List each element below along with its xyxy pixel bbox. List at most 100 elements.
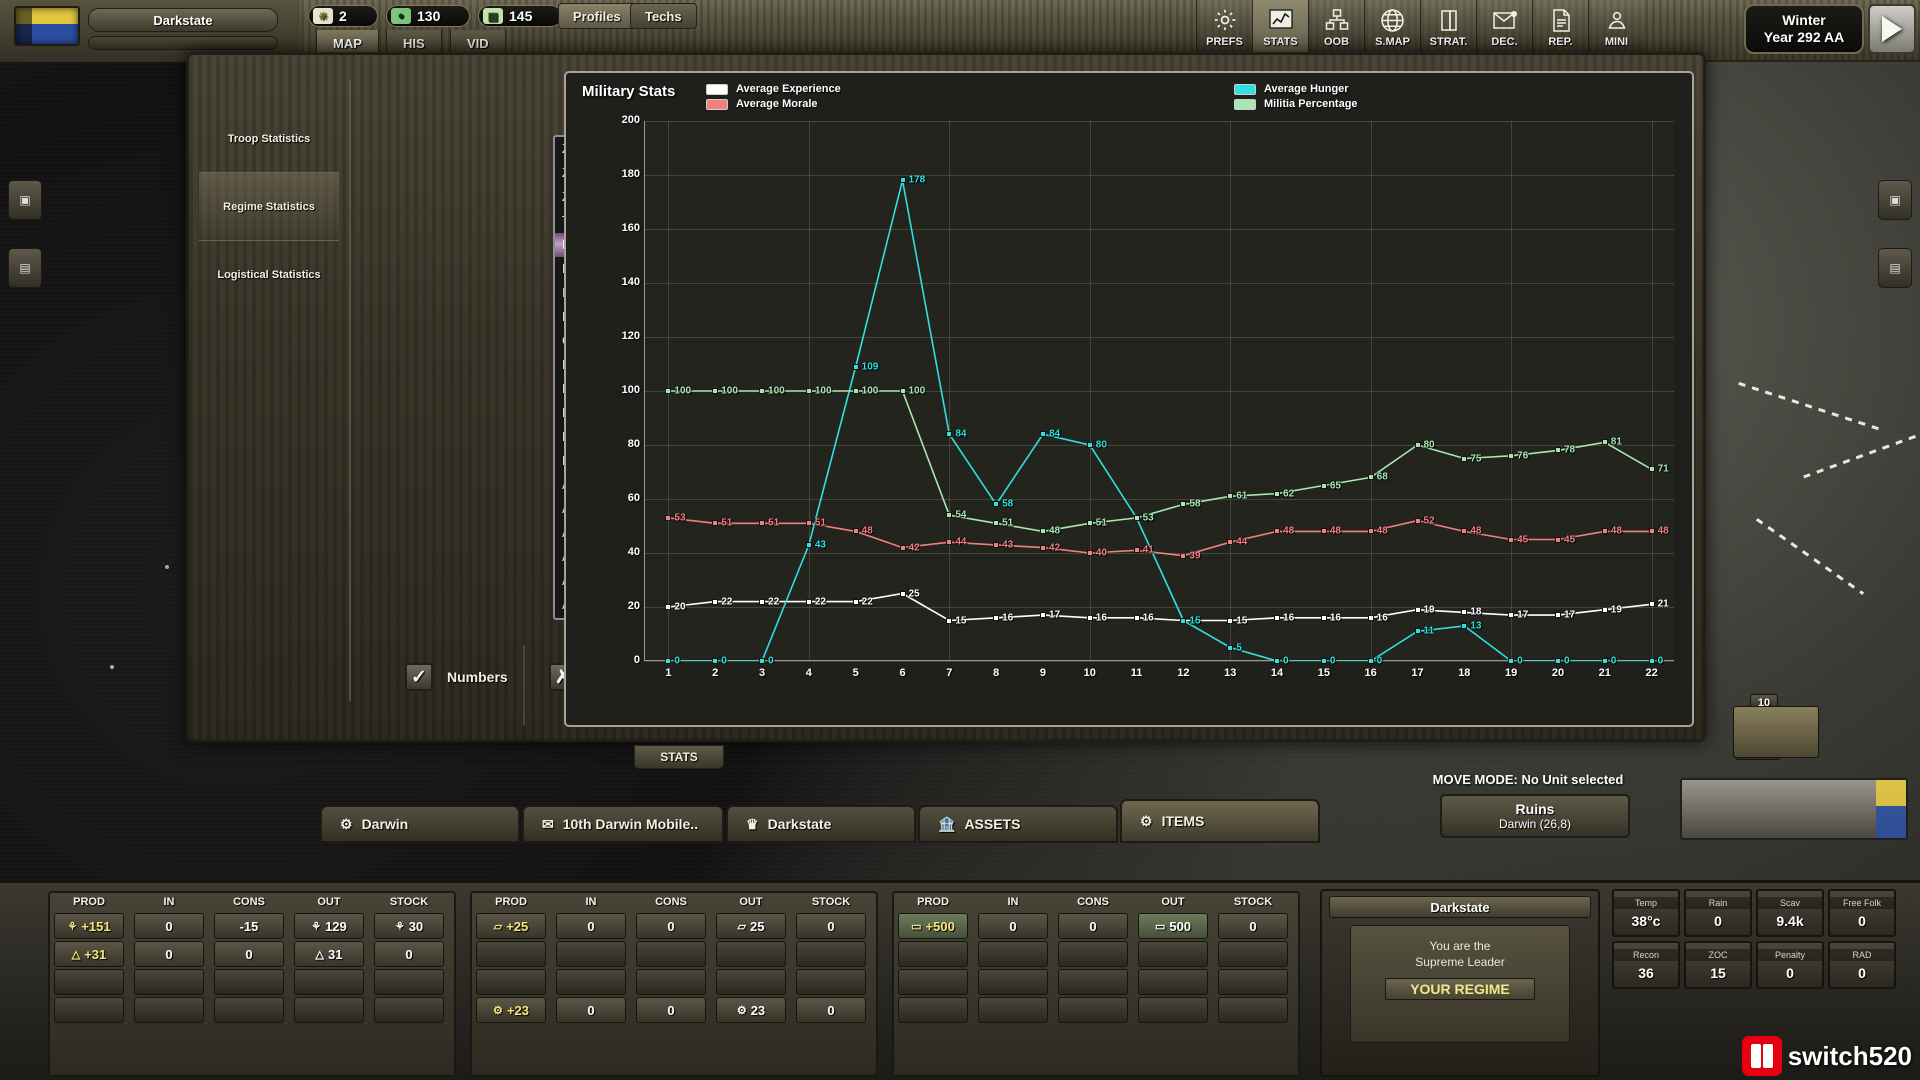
env-key: Scav (1758, 897, 1822, 909)
rep-label: REP. (1548, 36, 1573, 48)
crate-icon: ▱ (493, 920, 503, 933)
unit-portrait[interactable] (1733, 706, 1819, 758)
data-point (1133, 514, 1140, 521)
data-point-label: 16 (1329, 612, 1341, 624)
resource-cell (1138, 969, 1208, 995)
legend-item-average-hunger[interactable]: Average Hunger (1234, 83, 1358, 95)
data-point (1461, 455, 1468, 462)
resource-value: 0 (245, 946, 253, 962)
legend-swatch (706, 98, 728, 110)
resource-cell (1138, 997, 1208, 1023)
techs-button[interactable]: Techs (630, 3, 697, 29)
rail-button-2[interactable]: ▤ (8, 248, 42, 288)
data-point-label: 51 (721, 517, 733, 529)
rail-button-4[interactable]: ▤ (1878, 248, 1912, 288)
legend-item-average-experience[interactable]: Average Experience (706, 83, 841, 95)
env-key: Recon (1614, 949, 1678, 961)
rail-button-3[interactable]: ▣ (1878, 180, 1912, 220)
envelope-icon: ✉ (542, 815, 554, 832)
resource-money[interactable]: ● 130 (386, 5, 470, 27)
bottom-panel: PROD ⚘ +151 △ +31 IN 0 0 CONS -15 0 OUT ⚘ 129 △ 31 STOCK… (0, 880, 1920, 1080)
sidebar-item-troop-statistics[interactable]: Troop Statistics (199, 105, 339, 173)
rain-stat: Rain 0 (1684, 889, 1752, 937)
box-icon: ▭ (911, 920, 922, 933)
data-point-label: 42 (908, 542, 920, 554)
ruins-info-box[interactable]: Ruins Darwin (26,8) (1440, 794, 1630, 838)
data-point-label: 19 (1423, 604, 1435, 616)
sidebar-item-logistical-statistics[interactable]: Logistical Statistics (199, 241, 339, 309)
resource-group-2: PROD ▱ +25 ⚙ +23 IN 0 0 CONS 0 0 OUT ▱ 25 ⚙ 23 STOCK 0 0 (470, 891, 878, 1077)
tab-label: ASSETS (964, 816, 1021, 832)
data-point-label: 76 (1517, 450, 1529, 462)
resource-cell (134, 997, 204, 1023)
coin-icon: ● (391, 8, 411, 24)
scav-stat: Scav 9.4k (1756, 889, 1824, 937)
resource-cell: 0 (374, 941, 444, 967)
regime-info-body: You are the Supreme Leader YOUR REGIME (1350, 925, 1570, 1043)
legend-item-average-morale[interactable]: Average Morale (706, 98, 841, 110)
play-button[interactable] (1868, 4, 1916, 54)
y-axis-tick: 200 (621, 114, 640, 126)
minimap[interactable] (1680, 778, 1908, 840)
crate-icon: ▱ (737, 920, 746, 933)
data-point (1601, 528, 1608, 535)
data-point-label: 51 (814, 517, 826, 529)
play-icon (1882, 16, 1902, 42)
chart-plot-area[interactable]: 20 22 22 22 22 25 15 16 17 16 16 15 15 16 16 16 19 18 17 17… (622, 114, 1674, 679)
tab-items[interactable]: ⚙ ITEMS (1120, 799, 1320, 843)
data-point (1554, 447, 1561, 454)
data-point (1461, 609, 1468, 616)
numbers-checkbox-group[interactable]: ✓ Numbers (405, 663, 508, 691)
x-axis-tick: 4 (805, 667, 812, 679)
stats-footer-tab[interactable]: STATS (634, 745, 724, 769)
resource-cell (898, 969, 968, 995)
data-point-label: 75 (1470, 453, 1482, 464)
environment-stats: Temp 38°c Rain 0 Scav 9.4k Free Folk 0 Recon 36 ZO… (1612, 889, 1912, 999)
y-axis-tick: 40 (627, 546, 640, 558)
data-point-label: 54 (955, 509, 967, 521)
gridline-h (645, 283, 1674, 284)
resource-political-points[interactable]: ☀ 2 (308, 5, 378, 27)
resource-cell: 0 (1058, 913, 1128, 939)
data-point-label: 39 (1189, 550, 1201, 562)
legend-label: Average Morale (736, 98, 818, 110)
resource-cell (214, 997, 284, 1023)
data-point-label: 11 (1423, 625, 1435, 637)
cog-icon: ⚙ (1140, 812, 1153, 829)
resource-value: 0 (1009, 918, 1017, 934)
cards-icon (1437, 5, 1461, 35)
gridline-h (645, 553, 1674, 554)
tab-10th-darwin-mobile[interactable]: ✉ 10th Darwin Mobile.. (522, 805, 724, 843)
box-icon: ▭ (1154, 920, 1166, 933)
resource-cell: 0 (214, 941, 284, 967)
sidebar-item-regime-statistics[interactable]: Regime Statistics (199, 173, 339, 241)
data-point (1414, 628, 1421, 635)
column-header: OUT (317, 896, 341, 908)
resource-supplies[interactable]: ▤ 145 (478, 5, 562, 27)
resource-cell (1218, 997, 1288, 1023)
x-axis-tick: 15 (1317, 667, 1330, 679)
numbers-label: Numbers (447, 669, 508, 685)
resource-cell (978, 969, 1048, 995)
data-point-label: 48 (1610, 525, 1622, 537)
numbers-checkbox[interactable]: ✓ (405, 663, 433, 691)
resource-cell: ▭ +500 (898, 913, 968, 939)
x-axis-tick: 19 (1505, 667, 1518, 679)
resource-cell (556, 941, 626, 967)
rail-button-1[interactable]: ▣ (8, 180, 42, 220)
legend-item-militia-percentage[interactable]: Militia Percentage (1234, 98, 1358, 110)
data-point (1274, 490, 1281, 497)
resource-column: IN 0 0 (552, 893, 630, 1025)
gridline-v (1230, 121, 1232, 660)
data-point-label: 41 (1142, 544, 1154, 556)
profiles-button[interactable]: Profiles (558, 3, 636, 29)
tab-darkstate[interactable]: ♛ Darkstate (726, 805, 916, 843)
gridline-h (645, 121, 1674, 122)
tab-darwin[interactable]: ⚙ Darwin (320, 805, 520, 843)
resource-cell (978, 997, 1048, 1023)
resource-value: +25 (506, 918, 529, 934)
data-point-label: 17 (1563, 609, 1576, 621)
tab-assets[interactable]: 🏦 ASSETS (918, 805, 1118, 843)
org-tree-icon (1325, 5, 1349, 35)
resource-column: CONS 0 (1054, 893, 1132, 1025)
